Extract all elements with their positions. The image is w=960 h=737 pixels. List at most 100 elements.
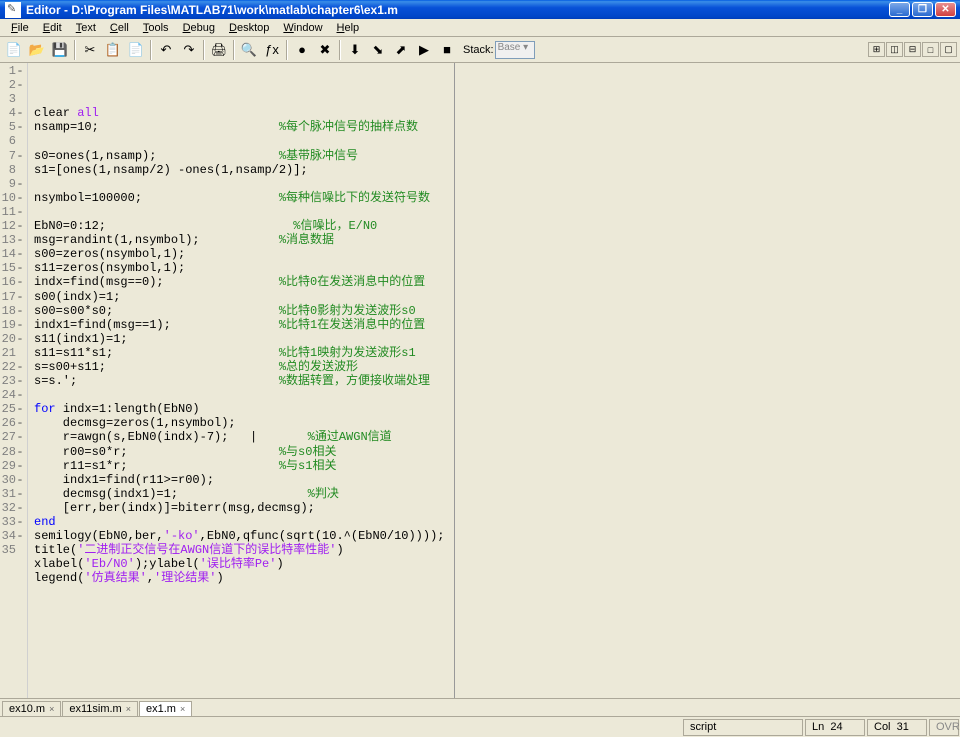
stack-select[interactable]: Base ▾ [495, 41, 535, 59]
tab-close-icon[interactable]: × [126, 704, 131, 714]
line-number[interactable]: 10 - [0, 191, 24, 205]
code-line[interactable]: semilogy(EbN0,ber,'-ko',EbN0,qfunc(sqrt(… [34, 529, 960, 543]
step-in-icon[interactable]: ⬊ [367, 39, 389, 61]
continue-icon[interactable]: ▶ [413, 39, 435, 61]
line-number[interactable]: 26 - [0, 416, 24, 430]
line-number[interactable]: 6 [0, 134, 24, 148]
code-line[interactable]: r=awgn(s,EbN0(indx)-7); | %通过AWGN信道 [34, 430, 960, 444]
find-icon[interactable]: 🔍 [238, 39, 260, 61]
line-number[interactable]: 15 - [0, 261, 24, 275]
code-line[interactable]: s00=zeros(nsymbol,1); [34, 247, 960, 261]
menu-desktop[interactable]: Desktop [222, 21, 276, 35]
code-line[interactable]: s00=s00*s0; %比特0影射为发送波形s0 [34, 304, 960, 318]
menu-cell[interactable]: Cell [103, 21, 136, 35]
code-line[interactable]: decmsg=zeros(1,nsymbol); [34, 416, 960, 430]
menu-edit[interactable]: Edit [36, 21, 69, 35]
code-line[interactable]: EbN0=0:12; %信噪比，E/N0 [34, 219, 960, 233]
paste-icon[interactable]: 📄 [125, 39, 147, 61]
line-number[interactable]: 14 - [0, 247, 24, 261]
menu-help[interactable]: Help [330, 21, 367, 35]
line-number[interactable]: 29 - [0, 459, 24, 473]
code-line[interactable] [34, 388, 960, 402]
code-line[interactable]: s11(indx1)=1; [34, 332, 960, 346]
code-line[interactable]: s0=ones(1,nsamp); %基带脉冲信号 [34, 149, 960, 163]
maximize-button[interactable]: ❐ [912, 2, 933, 17]
code-line[interactable]: indx1=find(r11>=r00); [34, 473, 960, 487]
line-number[interactable]: 19 - [0, 318, 24, 332]
code-line[interactable]: [err,ber(indx)]=biterr(msg,decmsg); [34, 501, 960, 515]
menu-debug[interactable]: Debug [176, 21, 222, 35]
line-number[interactable]: 25 - [0, 402, 24, 416]
code-line[interactable]: s1=[ones(1,nsamp/2) -ones(1,nsamp/2)]; [34, 163, 960, 177]
menu-text[interactable]: Text [69, 21, 103, 35]
line-number[interactable]: 20 - [0, 332, 24, 346]
line-number[interactable]: 17 - [0, 290, 24, 304]
line-gutter[interactable]: 1 -2 -3 4 -5 -6 7 -8 9 -10 -11 -12 -13 -… [0, 63, 28, 698]
line-number[interactable]: 12 - [0, 219, 24, 233]
code-line[interactable]: msg=randint(1,nsymbol); %消息数据 [34, 233, 960, 247]
float-icon[interactable]: ▢ [940, 42, 957, 57]
code-line[interactable]: s00(indx)=1; [34, 290, 960, 304]
line-number[interactable]: 34 - [0, 529, 24, 543]
code-line[interactable]: r00=s0*r; %与s0相关 [34, 445, 960, 459]
line-number[interactable]: 32 - [0, 501, 24, 515]
tab-close-icon[interactable]: × [180, 704, 185, 714]
line-number[interactable]: 18 - [0, 304, 24, 318]
code-line[interactable] [34, 205, 960, 219]
line-number[interactable]: 31 - [0, 487, 24, 501]
line-number[interactable]: 28 - [0, 445, 24, 459]
save-icon[interactable]: 💾 [49, 39, 71, 61]
code-line[interactable]: end [34, 515, 960, 529]
code-line[interactable]: s=s.'; %数据转置，方便接收端处理 [34, 374, 960, 388]
code-area[interactable]: clear allnsamp=10; %每个脉冲信号的抽样点数s0=ones(1… [28, 63, 960, 698]
line-number[interactable]: 11 - [0, 205, 24, 219]
code-line[interactable]: decmsg(indx1)=1; %判决 [34, 487, 960, 501]
breakpoint-set-icon[interactable]: ● [291, 39, 313, 61]
file-tab[interactable]: ex1.m× [139, 701, 192, 716]
new-file-icon[interactable]: 📄 [3, 39, 25, 61]
code-line[interactable]: title('二进制正交信号在AWGN信道下的误比特率性能') [34, 543, 960, 557]
line-number[interactable]: 8 [0, 163, 24, 177]
code-line[interactable] [34, 177, 960, 191]
code-line[interactable] [34, 585, 960, 599]
code-line[interactable]: r11=s1*r; %与s1相关 [34, 459, 960, 473]
code-line[interactable]: nsamp=10; %每个脉冲信号的抽样点数 [34, 120, 960, 134]
split-h-icon[interactable]: ◫ [886, 42, 903, 57]
undo-icon[interactable]: ↶ [155, 39, 177, 61]
tile-icon[interactable]: ⊞ [868, 42, 885, 57]
line-number[interactable]: 13 - [0, 233, 24, 247]
line-number[interactable]: 2 - [0, 78, 24, 92]
code-line[interactable]: indx=find(msg==0); %比特0在发送消息中的位置 [34, 275, 960, 289]
step-icon[interactable]: ⬇ [344, 39, 366, 61]
line-number[interactable]: 4 - [0, 106, 24, 120]
copy-icon[interactable]: 📋 [102, 39, 124, 61]
line-number[interactable]: 9 - [0, 177, 24, 191]
line-number[interactable]: 7 - [0, 149, 24, 163]
line-number[interactable]: 23 - [0, 374, 24, 388]
file-tab[interactable]: ex10.m× [2, 701, 61, 716]
code-line[interactable] [34, 134, 960, 148]
code-line[interactable]: s11=s11*s1; %比特1映射为发送波形s1 [34, 346, 960, 360]
code-line[interactable]: indx1=find(msg==1); %比特1在发送消息中的位置 [34, 318, 960, 332]
line-number[interactable]: 21 [0, 346, 24, 360]
code-line[interactable]: for indx=1:length(EbN0) [34, 402, 960, 416]
line-number[interactable]: 33 - [0, 515, 24, 529]
code-line[interactable]: legend('仿真结果','理论结果') [34, 571, 960, 585]
line-number[interactable]: 16 - [0, 275, 24, 289]
function-icon[interactable]: ƒx [261, 39, 283, 61]
cut-icon[interactable]: ✂ [79, 39, 101, 61]
menu-tools[interactable]: Tools [136, 21, 176, 35]
line-number[interactable]: 30 - [0, 473, 24, 487]
menu-file[interactable]: File [4, 21, 36, 35]
code-line[interactable]: s=s00+s11; %总的发送波形 [34, 360, 960, 374]
breakpoint-clear-icon[interactable]: ✖ [314, 39, 336, 61]
line-number[interactable]: 3 [0, 92, 24, 106]
tab-close-icon[interactable]: × [49, 704, 54, 714]
code-line[interactable]: nsymbol=100000; %每种信噪比下的发送符号数 [34, 191, 960, 205]
line-number[interactable]: 22 - [0, 360, 24, 374]
line-number[interactable]: 35 [0, 543, 24, 557]
line-number[interactable]: 27 - [0, 430, 24, 444]
maximize-icon[interactable]: □ [922, 42, 939, 57]
print-icon[interactable]: 🖨 [208, 39, 230, 61]
step-out-icon[interactable]: ⬈ [390, 39, 412, 61]
